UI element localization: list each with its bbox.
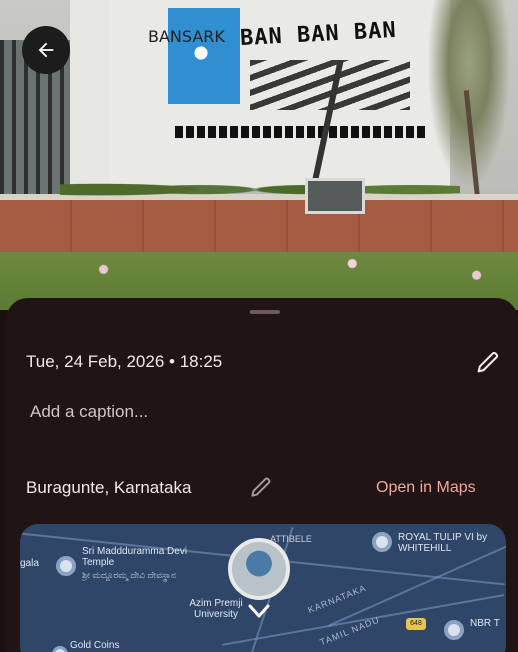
details-sheet: Tue, 24 Feb, 2026 • 18:25 Buragunte, Kar… (6, 298, 518, 652)
drag-handle[interactable] (250, 310, 280, 314)
map-label: ಶ್ರೀ ಮದ್ದೂರಮ್ಮ ದೇವಿ ದೇವಸ್ಥಾನ (82, 570, 176, 580)
map-label: Gold Coins (70, 640, 120, 651)
edit-location-button[interactable] (248, 474, 274, 500)
location-name: Buragunte, Karnataka (26, 478, 192, 497)
map-preview[interactable]: gala Sri Maddduramma Devi Temple ಶ್ರೀ ಮದ… (20, 524, 506, 652)
map-place-pin (52, 646, 68, 652)
arrow-left-icon (38, 42, 54, 58)
map-label: NBR T (470, 618, 500, 629)
highway-shield: 648 (406, 618, 426, 630)
sign-board (305, 178, 365, 214)
brick-planter (0, 200, 518, 256)
map-place-pin (56, 556, 76, 576)
date-time: Tue, 24 Feb, 2026 • 18:25 (26, 352, 223, 371)
back-button[interactable] (22, 26, 70, 74)
vertical-graffiti: BANSARK (148, 28, 225, 45)
map-label: ROYAL TULIP VI by WHITEHILL (398, 532, 488, 554)
map-road (328, 543, 506, 627)
pencil-icon (477, 351, 499, 373)
caption-input[interactable] (30, 402, 450, 422)
open-in-maps-link[interactable]: Open in Maps (376, 479, 476, 497)
marker-pointer-icon (248, 604, 270, 618)
shrubs (60, 168, 460, 204)
edit-date-time-button[interactable] (474, 348, 502, 376)
photo-location-marker[interactable] (228, 538, 290, 600)
script-line (175, 126, 425, 138)
map-state-label: TAMIL NADU (318, 614, 382, 648)
photo-view[interactable]: BANSARK BAN BAN BAN (0, 0, 518, 310)
pencil-icon (251, 477, 271, 497)
map-label: Sri Maddduramma Devi Temple (82, 546, 188, 568)
map-place-pin (372, 532, 392, 552)
map-label: gala (20, 558, 39, 569)
map-place-pin (444, 620, 464, 640)
poster (168, 8, 240, 104)
map-label: Azim Premji University (189, 598, 243, 620)
